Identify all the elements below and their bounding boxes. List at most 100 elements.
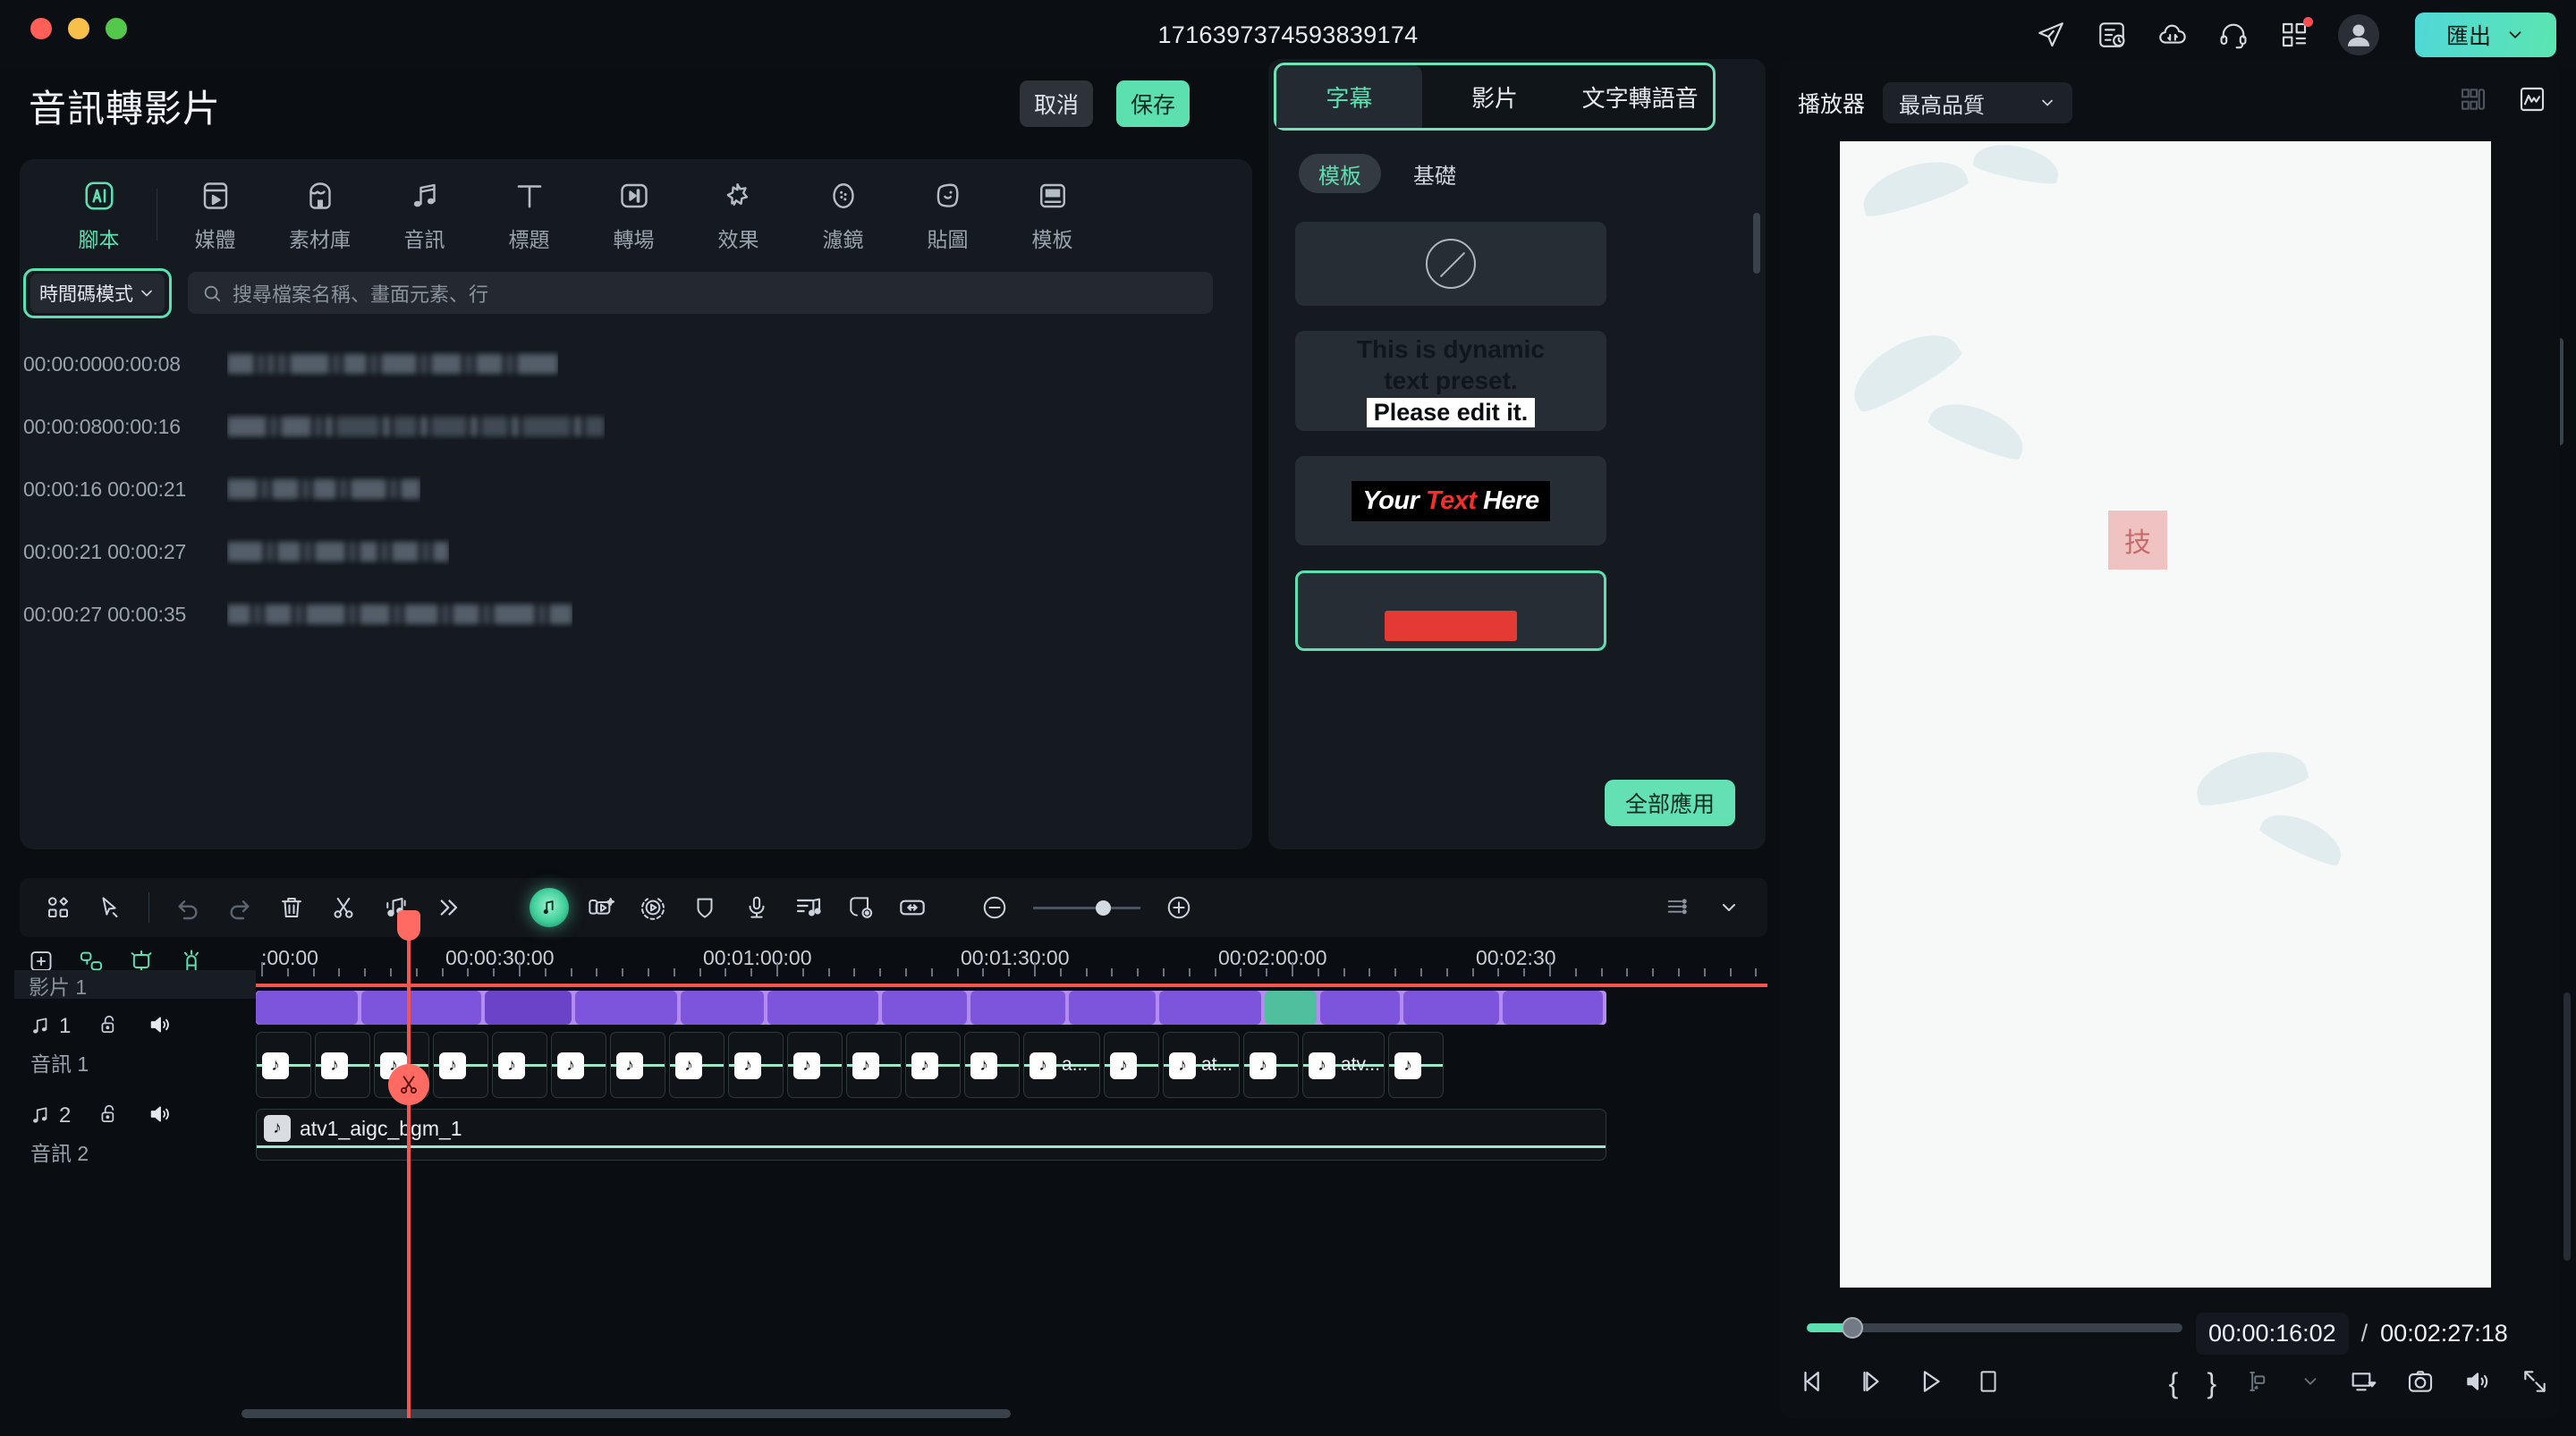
apps-grid-icon[interactable] — [2277, 17, 2313, 52]
playhead[interactable] — [388, 910, 429, 1418]
timeline-horizontal-scrollbar[interactable] — [242, 1409, 1011, 1418]
mark-out-button[interactable]: } — [2207, 1367, 2216, 1400]
video-clip[interactable] — [484, 991, 572, 1025]
audio-track-1-row[interactable]: ♪ ♪ ♪ ♪ ♪ ♪ ♪ ♪ ♪ ♪ ♪ ♪ ♪ ♪ a... ♪ ♪ at... ♪ ♪ atv... ♪ — [256, 1032, 1606, 1098]
tab-video[interactable]: 影片 — [1422, 65, 1568, 128]
audio-clip[interactable]: ♪ atv... — [1302, 1032, 1385, 1098]
playhead-split-button[interactable] — [388, 1064, 429, 1105]
audio-clip[interactable]: ♪ — [1388, 1032, 1444, 1098]
timeline-ruler[interactable]: :00:00 00:00:30:00 00:01:00:00 00:01:30:00 0… — [256, 935, 1767, 985]
export-button[interactable]: 匯出 — [2415, 13, 2556, 57]
video-clip[interactable] — [1320, 991, 1401, 1025]
track-mute-icon[interactable] — [148, 1012, 173, 1042]
script-row[interactable]: 00:00:0800:00:16 — [23, 395, 1213, 458]
apply-all-button[interactable]: 全部應用 — [1605, 780, 1735, 826]
zoom-out-icon[interactable] — [969, 882, 1021, 933]
track-header-audio-2[interactable]: 2 音訊 2 — [14, 1095, 256, 1178]
track-header-audio-1[interactable]: 1 音訊 1 — [14, 1006, 256, 1088]
audio-clip[interactable]: ♪ — [551, 1032, 606, 1098]
video-clip[interactable] — [574, 991, 677, 1025]
audio-clip[interactable]: ♪ a... — [1023, 1032, 1100, 1098]
timeline-canvas[interactable]: :00:00 00:00:30:00 00:01:00:00 00:01:30:00 0… — [256, 935, 1767, 1391]
fullscreen-button[interactable] — [2521, 1367, 2549, 1400]
play-button[interactable] — [1916, 1366, 1946, 1401]
track-lock-icon[interactable] — [97, 1102, 121, 1130]
tab-tts[interactable]: 文字轉語音 — [1567, 65, 1713, 128]
audio-mixer-icon[interactable] — [783, 882, 835, 933]
video-clip[interactable] — [361, 991, 481, 1025]
timecode-mode-select[interactable]: 時間碼模式 — [30, 274, 165, 313]
stop-button[interactable] — [1975, 1368, 2002, 1399]
audio-track-2-clip[interactable]: ♪ atv1_aigc_bgm_1 — [256, 1109, 1606, 1161]
zoom-in-icon[interactable] — [1153, 882, 1205, 933]
chip-template[interactable]: 模板 — [1299, 154, 1381, 193]
video-clip[interactable] — [970, 991, 1066, 1025]
video-clip[interactable] — [1158, 991, 1262, 1025]
template-card-dynamic-text[interactable]: This is dynamic text preset. Please edit… — [1295, 331, 1606, 431]
audio-clip[interactable]: ♪ — [669, 1032, 724, 1098]
audio-clip[interactable]: ♪ — [315, 1032, 370, 1098]
video-clip[interactable] — [1069, 991, 1156, 1025]
script-row[interactable]: 00:00:16 00:00:21 — [23, 458, 1213, 520]
player-seek-track[interactable] — [1807, 1323, 2182, 1332]
audio-clip[interactable]: ♪ — [964, 1032, 1020, 1098]
template-card-your-text[interactable]: Your Text Here — [1295, 456, 1606, 545]
avatar[interactable] — [2338, 14, 2379, 55]
delete-icon[interactable] — [266, 882, 318, 933]
tab-subtitle[interactable]: 字幕 — [1276, 65, 1422, 128]
audio-clip[interactable]: ♪ at... — [1163, 1032, 1240, 1098]
voice-record-icon[interactable] — [731, 882, 783, 933]
track-settings-icon[interactable] — [1651, 882, 1703, 933]
track-lock-icon[interactable] — [97, 1013, 121, 1041]
layout-grid-icon[interactable] — [2456, 82, 2490, 116]
chevron-down-icon[interactable] — [1703, 882, 1755, 933]
script-row[interactable]: 00:00:27 00:00:35 — [23, 583, 1213, 646]
audio-clip[interactable]: ♪ — [256, 1032, 311, 1098]
task-history-icon[interactable] — [2095, 18, 2129, 52]
fit-width-icon[interactable] — [886, 882, 938, 933]
audio-clip[interactable]: ♪ — [433, 1032, 488, 1098]
audio-clip[interactable]: ♪ — [846, 1032, 902, 1098]
sidebar-item-audio[interactable]: 音訊 — [372, 176, 477, 253]
mark-in-button[interactable]: { — [2169, 1367, 2179, 1400]
sidebar-item-media[interactable]: 媒體 — [163, 176, 267, 253]
audio-clip[interactable]: ♪ — [728, 1032, 784, 1098]
track-header-video[interactable]: 影片 1 — [14, 970, 256, 999]
video-clip[interactable] — [256, 991, 359, 1025]
audio-clip[interactable]: ♪ — [1243, 1032, 1299, 1098]
quality-select[interactable]: 最高品質 — [1883, 82, 2073, 123]
ai-smart-icon[interactable] — [523, 882, 575, 933]
cloud-sync-icon[interactable] — [2156, 18, 2190, 52]
timeline-vertical-scrollbar[interactable] — [2563, 993, 2571, 1261]
sidebar-item-sticker[interactable]: 貼圖 — [895, 176, 1000, 253]
audio-clip[interactable]: ♪ — [905, 1032, 961, 1098]
sidebar-item-filter[interactable]: 濾鏡 — [791, 176, 895, 253]
audio-clip[interactable]: ♪ — [787, 1032, 843, 1098]
zoom-slider-handle[interactable] — [1096, 900, 1111, 916]
video-clip[interactable] — [767, 991, 878, 1025]
split-scissors-icon[interactable] — [318, 882, 369, 933]
search-input[interactable]: 搜尋檔案名稱、畫面元素、行 — [188, 272, 1213, 314]
undo-icon[interactable] — [162, 882, 214, 933]
preview-canvas[interactable]: 技 — [1840, 141, 2491, 1288]
audio-clip[interactable]: ♪ — [1104, 1032, 1159, 1098]
sidebar-item-transition[interactable]: 轉場 — [581, 176, 686, 253]
save-button[interactable]: 保存 — [1116, 80, 1190, 127]
sidebar-item-stock[interactable]: 素材庫 — [267, 176, 372, 253]
zoom-slider[interactable] — [1033, 900, 1140, 916]
keyframe-icon[interactable] — [835, 882, 886, 933]
snapshot-button[interactable] — [2406, 1367, 2435, 1400]
more-chevrons-icon[interactable] — [421, 882, 473, 933]
video-clip[interactable] — [1403, 991, 1499, 1025]
waveform-analytics-icon[interactable] — [2515, 82, 2549, 116]
redo-icon[interactable] — [214, 882, 266, 933]
template-card-none[interactable] — [1295, 222, 1606, 306]
layout-shapes-icon[interactable] — [32, 882, 84, 933]
sidebar-item-effects[interactable]: 效果 — [686, 176, 791, 253]
script-row[interactable]: 00:00:0000:00:08 — [23, 333, 1213, 395]
sidebar-item-script[interactable]: 腳本 — [47, 176, 151, 253]
next-frame-button[interactable] — [1857, 1366, 1887, 1401]
sidebar-item-title[interactable]: 標題 — [477, 176, 581, 253]
prev-frame-button[interactable] — [1798, 1366, 1828, 1401]
mask-shield-icon[interactable] — [679, 882, 731, 933]
